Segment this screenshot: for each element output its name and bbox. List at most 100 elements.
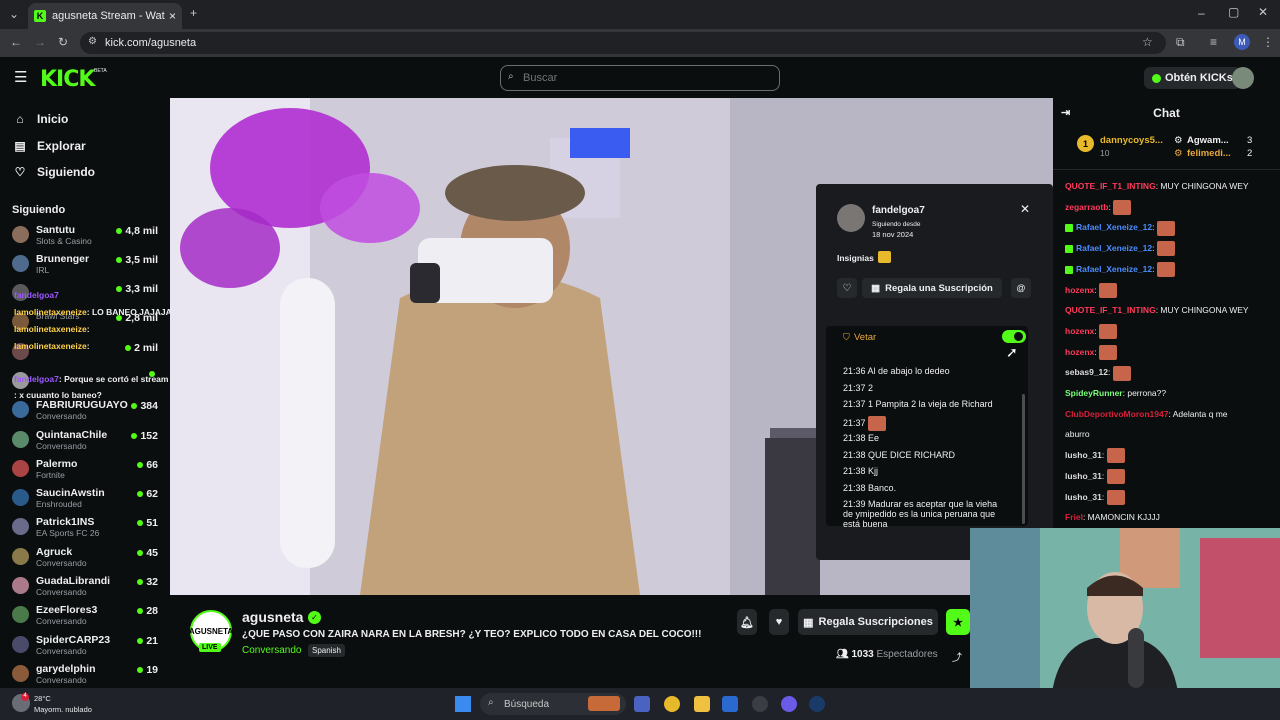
crown-badge-icon — [878, 251, 891, 263]
viewer-count-label: 45 — [146, 546, 158, 559]
viewer-count: 3,5 mil — [116, 254, 158, 266]
nav-explorar[interactable]: ▤ Explorar — [0, 133, 170, 160]
minimize-icon[interactable]: – — [1198, 6, 1205, 20]
stream-title: ¿QUE PASO CON ZAIRA NARA EN LA BRESH? ¿Y… — [242, 629, 702, 640]
profile-avatar[interactable]: M — [1234, 34, 1250, 50]
url-field[interactable]: ⚙ kick.com/agusneta — [80, 32, 1166, 54]
collapse-chat-icon[interactable]: ⇥ — [1061, 106, 1070, 119]
nav-siguiendo[interactable]: ♡ Siguiendo — [0, 159, 170, 186]
chat-username[interactable]: Rafael_Xeneize_12 — [1076, 264, 1152, 274]
chat-username[interactable]: QUOTE_IF_T1_INTING — [1065, 305, 1156, 315]
site-info-icon[interactable]: ⚙ — [88, 36, 97, 47]
extensions-icon[interactable]: ⧉ — [1176, 35, 1185, 50]
channel-name[interactable]: agusneta — [242, 609, 303, 625]
tab-search-icon[interactable]: ⌄ — [9, 7, 19, 21]
subscribe-button[interactable]: ★ — [946, 609, 970, 635]
search-input[interactable] — [500, 65, 780, 91]
chat-username[interactable]: ClubDeportivoMoron1947 — [1065, 409, 1168, 419]
veto-toggle[interactable] — [1002, 330, 1026, 343]
chat-message: Rafael_Xeneize_12: — [1053, 217, 1280, 238]
viewer-count-label: 3,5 mil — [125, 253, 158, 266]
chat-message: sebas9_12: — [1053, 362, 1280, 383]
user-avatar[interactable] — [1232, 67, 1254, 89]
hamburger-menu-icon[interactable]: ☰ — [14, 68, 27, 86]
viewer-count-label: 152 — [140, 429, 158, 442]
chat-username[interactable]: zegarraotb — [1065, 202, 1108, 212]
media-icon[interactable]: ≡ — [1210, 35, 1217, 49]
file-explorer-icon[interactable] — [694, 696, 710, 712]
windows-start-icon[interactable] — [455, 696, 471, 712]
followed-channel[interactable]: Patrick1INS EA Sports FC 26 51 — [0, 512, 170, 541]
chat-username[interactable]: lusho_31 — [1065, 492, 1102, 502]
overlay-message: lamolinetaxeneize: LO BANEO JAJAJA — [14, 307, 172, 317]
viewer-count: 51 — [137, 517, 158, 529]
gift-subs-button[interactable]: ▦ Regala Suscripciones — [798, 609, 938, 635]
taskbar-search[interactable]: ⌕ Búsqueda — [480, 693, 626, 715]
top-gifter-count: 10 — [1100, 148, 1110, 158]
chrome-menu-icon[interactable]: ⋮ — [1262, 35, 1274, 49]
app-icon[interactable] — [752, 696, 768, 712]
get-kicks-button[interactable]: Obtén KICKs — [1144, 67, 1241, 89]
followed-channel[interactable]: QuintanaChile Conversando 152 — [0, 425, 170, 454]
chat-username[interactable]: hozenx — [1065, 347, 1094, 357]
chat-panel: ⇥ Chat 1 dannycoys5... 10 ⚙ Agwam... 3 ⚙… — [1053, 98, 1280, 528]
maximize-icon[interactable]: ▢ — [1228, 5, 1239, 19]
channel-category: IRL — [36, 264, 50, 275]
chat-username[interactable]: SpideyRunner — [1065, 388, 1123, 398]
bookmark-star-icon[interactable]: ☆ — [1142, 35, 1153, 49]
viewer-count: 45 — [137, 547, 158, 559]
chat-username[interactable]: lusho_31 — [1065, 471, 1102, 481]
close-tab-icon[interactable]: × — [169, 9, 176, 23]
window-close-icon[interactable]: ✕ — [1258, 5, 1268, 19]
stream-category[interactable]: Conversando — [242, 645, 301, 656]
popup-close-icon[interactable]: ✕ — [1020, 202, 1030, 216]
search-wrapper: ⌕ — [500, 65, 780, 91]
chat-username[interactable]: Rafael_Xeneize_12 — [1076, 243, 1152, 253]
followed-channel[interactable]: EzeeFlores3 Conversando 28 — [0, 600, 170, 629]
copilot-icon[interactable] — [634, 696, 650, 712]
followed-channel[interactable]: Palermo Fortnite 66 — [0, 454, 170, 483]
nav-inicio[interactable]: ⌂ Inicio — [0, 106, 170, 133]
chat-username[interactable]: sebas9_12 — [1065, 367, 1108, 377]
followed-channel[interactable]: Agruck Conversando 45 — [0, 542, 170, 571]
reload-icon[interactable]: ↻ — [58, 35, 68, 49]
gift-sub-button[interactable]: ▦ Regala una Suscripción — [862, 278, 1002, 298]
followed-channel[interactable]: garydelphin Conversando 19 — [0, 659, 170, 688]
steam-icon[interactable] — [809, 696, 825, 712]
back-icon[interactable]: ← — [10, 35, 22, 49]
chat-header: ⇥ Chat — [1053, 98, 1280, 128]
chat-username[interactable]: hozenx — [1065, 285, 1094, 295]
kick-logo[interactable]: KICK — [40, 67, 95, 92]
chat-text: : MUY CHINGONA WEY — [1155, 305, 1249, 316]
browser-tab[interactable]: K agusneta Stream - Watch Live o × — [28, 3, 182, 29]
chrome-taskbar-icon[interactable] — [664, 696, 680, 712]
gift-rank-icon: ⚙ — [1174, 148, 1183, 159]
history-line: 21:38 Banco. — [843, 483, 896, 493]
discord-icon[interactable] — [781, 696, 797, 712]
followed-channel[interactable]: SpiderCARP23 Conversando 21 — [0, 630, 170, 659]
chat-username[interactable]: Friel — [1065, 512, 1083, 522]
chat-username[interactable]: QUOTE_IF_T1_INTING — [1065, 181, 1156, 191]
followed-channel[interactable]: Brunenger IRL 3,5 mil — [0, 249, 170, 278]
share-icon[interactable]: ⤴ — [952, 649, 962, 664]
emote-icon — [868, 416, 887, 432]
new-tab-icon[interactable]: + — [190, 6, 197, 20]
follow-button[interactable]: ♥ — [769, 609, 789, 635]
chat-message: hozenx: — [1053, 280, 1280, 301]
mention-button[interactable]: @ — [1011, 278, 1031, 298]
forward-icon[interactable]: → — [34, 35, 46, 49]
chat-username[interactable]: lusho_31 — [1065, 450, 1102, 460]
notification-bell-button[interactable]: 🔔︎ — [737, 609, 757, 635]
chat-username[interactable]: Rafael_Xeneize_12 — [1076, 222, 1152, 232]
history-scrollbar[interactable] — [1022, 394, 1025, 524]
followed-channel[interactable]: GuadaLibrandi Conversando 32 — [0, 571, 170, 600]
overlay-user: fandelgoa7 — [14, 374, 59, 384]
history-text: Al de abajo lo dedeo — [867, 366, 950, 376]
followed-channel[interactable]: SaucinAwstin Enshrouded 62 — [0, 483, 170, 512]
followed-channel[interactable]: Santutu Slots & Casino 4,8 mil — [0, 220, 170, 249]
follow-heart-button[interactable]: ♡ — [837, 278, 857, 298]
language-tag[interactable]: Spanish — [308, 644, 345, 657]
store-icon[interactable] — [722, 696, 738, 712]
chat-username[interactable]: hozenx — [1065, 326, 1094, 336]
chat-text: : Adelanta q me — [1168, 408, 1228, 419]
